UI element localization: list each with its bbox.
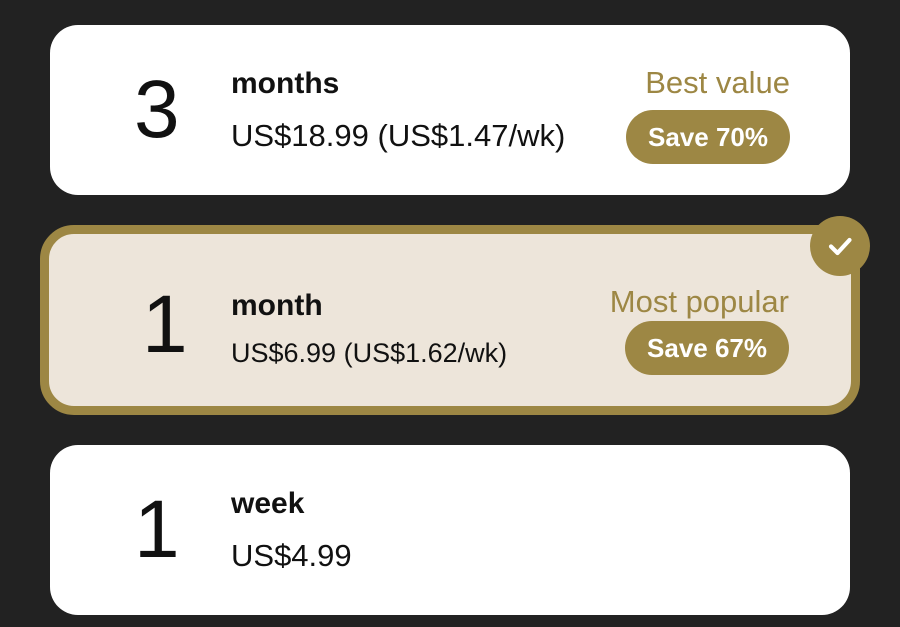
save-badge: Save 70% [626, 110, 790, 164]
plan-price: US$6.99 (US$1.62/wk) [231, 338, 508, 368]
checkmark-glyph [828, 237, 852, 256]
most-popular-label: Most popular [609, 284, 789, 319]
plan-price: US$4.99 [231, 538, 352, 573]
plan-quantity: 3 [134, 64, 180, 155]
plan-quantity: 1 [134, 484, 180, 575]
plan-unit: months [231, 67, 340, 100]
checkmark-icon [810, 216, 870, 276]
save-badge: Save 67% [625, 321, 789, 375]
plan-quantity: 1 [142, 279, 188, 370]
plan-option-3-months[interactable]: 3 months US$18.99 (US$1.47/wk) Best valu… [50, 25, 850, 195]
plan-unit: week [231, 487, 305, 520]
plan-price: US$18.99 (US$1.47/wk) [231, 118, 566, 153]
plan-option-1-week[interactable]: 1 week US$4.99 [50, 445, 850, 615]
plan-list: 3 months US$18.99 (US$1.47/wk) Best valu… [0, 0, 900, 627]
plan-option-1-month[interactable]: 1 month US$6.99 (US$1.62/wk) Most popula… [40, 225, 860, 415]
best-value-label: Best value [645, 65, 790, 100]
plan-unit: month [231, 289, 323, 322]
